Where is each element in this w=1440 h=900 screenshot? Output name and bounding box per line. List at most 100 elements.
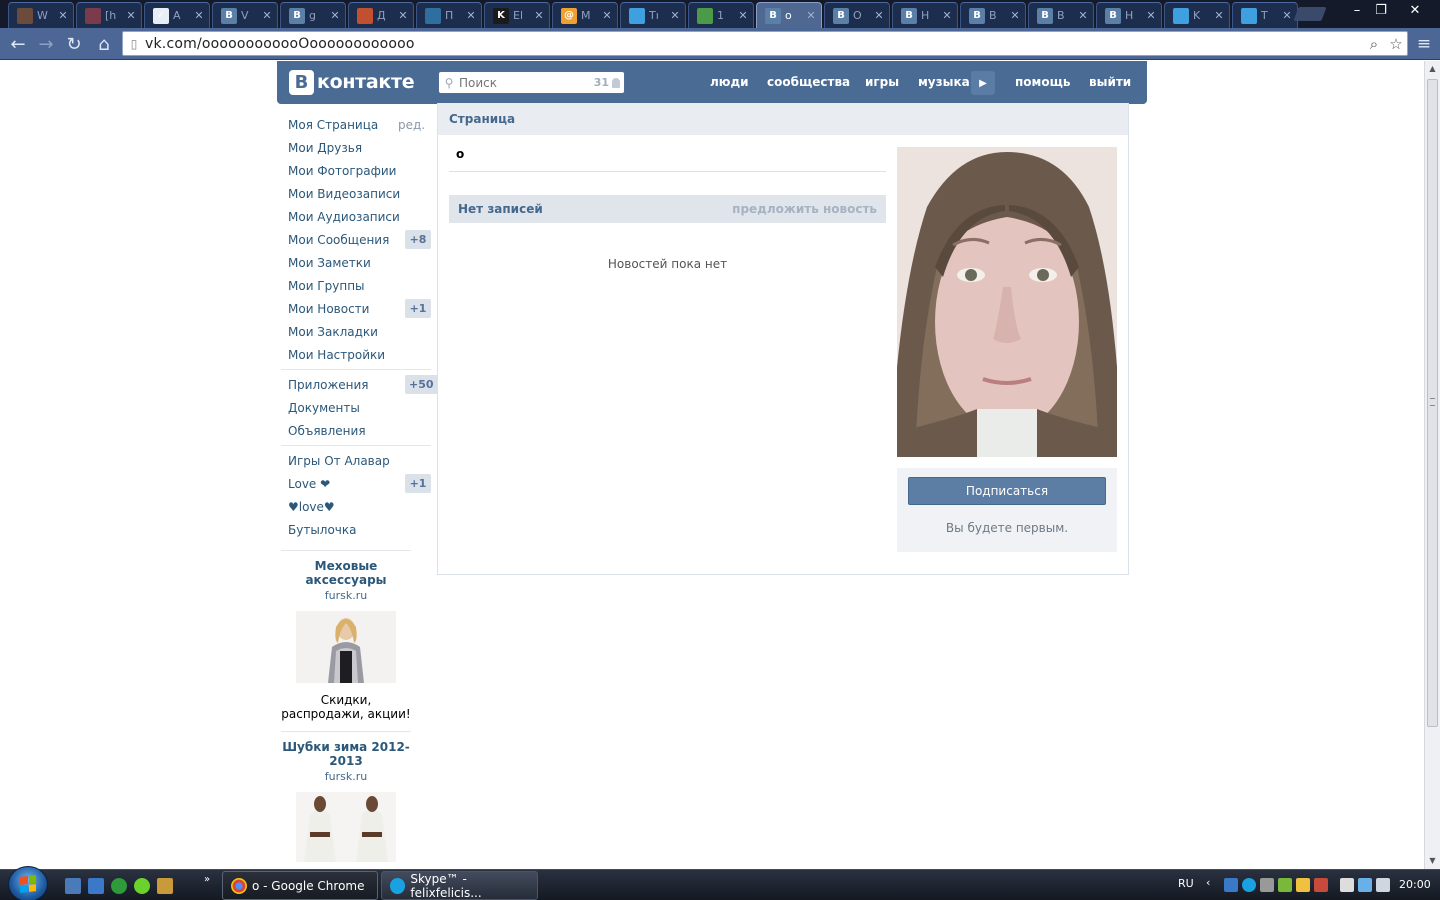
menu-item[interactable]: Мои Закладки — [281, 320, 431, 343]
menu-item-label[interactable]: Приложения — [288, 378, 369, 392]
menu-item[interactable]: Мои Сообщения +8 — [281, 228, 431, 251]
tab-close-icon[interactable]: ✕ — [873, 9, 885, 22]
ad-item[interactable]: Меховые аксессуары fursk.ru Скидки, расп… — [281, 551, 411, 731]
play-icon[interactable]: ▶ — [971, 71, 995, 95]
tab-close-icon[interactable]: ✕ — [261, 9, 273, 22]
forward-icon[interactable]: → — [34, 32, 58, 56]
tab-close-icon[interactable]: ✕ — [737, 9, 749, 22]
browser-tab[interactable]: [h ✕ — [76, 2, 142, 28]
browser-tab[interactable]: ✓ A ✕ — [144, 2, 210, 28]
tab-close-icon[interactable]: ✕ — [465, 9, 477, 22]
nav-games[interactable]: игры — [865, 75, 899, 89]
show-desktop-icon[interactable] — [65, 878, 81, 894]
tab-close-icon[interactable]: ✕ — [1281, 9, 1293, 22]
back-icon[interactable]: ← — [6, 32, 30, 56]
app-icon[interactable] — [157, 878, 173, 894]
counter-badge[interactable]: +1 — [405, 299, 431, 318]
tray-flag-icon[interactable] — [1340, 878, 1354, 892]
menu-item-label[interactable]: Мои Настройки — [288, 348, 385, 362]
icq-icon[interactable] — [134, 878, 150, 894]
tab-close-icon[interactable]: ✕ — [1077, 9, 1089, 22]
menu-item[interactable]: Мои Фотографии — [281, 159, 431, 182]
tab-close-icon[interactable]: ✕ — [125, 9, 137, 22]
tab-close-icon[interactable]: ✕ — [193, 9, 205, 22]
menu-item-label[interactable]: Love ❤ — [288, 477, 330, 491]
browser-tab[interactable]: Bg ✕ — [280, 2, 346, 28]
counter-badge[interactable]: +1 — [405, 474, 431, 493]
counter-badge[interactable]: +8 — [405, 230, 431, 249]
chrome-menu-icon[interactable]: ≡ — [1412, 32, 1436, 56]
tray-utorrent-icon[interactable] — [1278, 878, 1292, 892]
minimize-icon[interactable]: – — [1344, 0, 1370, 20]
browser-tab[interactable]: B H ✕ — [1096, 2, 1162, 28]
tab-close-icon[interactable]: ✕ — [941, 9, 953, 22]
tray-expand-icon[interactable]: ‹ — [1206, 876, 1210, 889]
online-friends-counter[interactable]: 31 — [594, 76, 620, 89]
menu-item-label[interactable]: Игры От Алавар — [288, 454, 390, 468]
ad-title[interactable]: Меховые аксессуары — [281, 559, 411, 587]
browser-tab[interactable]: @ M ✕ — [552, 2, 618, 28]
browser-tab[interactable]: П ✕ — [416, 2, 482, 28]
menu-item-label[interactable]: Документы — [288, 401, 360, 415]
menu-item[interactable]: Мои Заметки — [281, 251, 431, 274]
page-scrollbar[interactable]: ▲ ▼ — [1424, 61, 1440, 869]
edit-link[interactable]: ред. — [398, 118, 425, 132]
network-icon[interactable] — [1358, 878, 1372, 892]
counter-badge[interactable]: +50 — [405, 375, 438, 394]
browser-tab[interactable]: Bo ✕ — [756, 2, 822, 28]
menu-item[interactable]: Мои Новости +1 — [281, 297, 431, 320]
menu-item-label[interactable]: Мои Новости — [288, 302, 369, 316]
vk-logo[interactable]: B контакте — [289, 69, 415, 95]
menu-item[interactable]: Мои Настройки — [281, 343, 431, 366]
explorer-icon[interactable] — [88, 878, 104, 894]
nav-people[interactable]: люди — [710, 75, 749, 89]
bookmark-star-icon[interactable]: ☆ — [1385, 35, 1407, 53]
tab-close-icon[interactable]: ✕ — [1009, 9, 1021, 22]
url-text[interactable]: vk.com/oooooooooooOoooooooooooo — [145, 36, 1363, 52]
browser-tab[interactable]: B H ✕ — [892, 2, 958, 28]
scrollbar-thumb[interactable] — [1427, 79, 1438, 727]
quicklaunch-more-icon[interactable]: » — [204, 874, 210, 885]
nav-communities[interactable]: сообщества — [767, 75, 850, 89]
browser-tab[interactable]: Tı ✕ — [620, 2, 686, 28]
tab-close-icon[interactable]: ✕ — [601, 9, 613, 22]
ad-item[interactable]: Шубки зима 2012-2013 fursk.ru — [281, 732, 411, 862]
browser-tab[interactable]: B O ✕ — [824, 2, 890, 28]
language-indicator[interactable]: RU — [1178, 877, 1194, 890]
close-window-icon[interactable]: ✕ — [1400, 0, 1430, 20]
menu-item-label[interactable]: Мои Заметки — [288, 256, 371, 270]
restore-icon[interactable]: ❐ — [1368, 0, 1394, 20]
menu-item[interactable]: Моя Страница ред. — [281, 113, 431, 136]
subscribe-button[interactable]: Подписаться — [908, 477, 1106, 505]
zoom-icon[interactable]: ⌕ — [1363, 35, 1385, 53]
tab-close-icon[interactable]: ✕ — [669, 9, 681, 22]
menu-item-label[interactable]: Мои Группы — [288, 279, 365, 293]
browser-tab[interactable]: 1 ✕ — [688, 2, 754, 28]
task-chrome[interactable]: o - Google Chrome — [222, 871, 378, 900]
clock[interactable]: 20:00 — [1399, 878, 1431, 891]
menu-item[interactable]: Мои Друзья — [281, 136, 431, 159]
browser-tab[interactable]: T ✕ — [1232, 2, 1298, 28]
search-input[interactable] — [459, 75, 594, 90]
menu-item[interactable]: ♥love♥ — [281, 495, 431, 518]
menu-item[interactable]: Love ❤ +1 — [281, 472, 431, 495]
tray-app-icon[interactable] — [1224, 878, 1238, 892]
nav-logout[interactable]: выйти — [1089, 75, 1131, 89]
menu-item-label[interactable]: Объявления — [288, 424, 366, 438]
tray-device-icon[interactable] — [1260, 878, 1274, 892]
browser-tab[interactable]: B V ✕ — [212, 2, 278, 28]
suggest-news-link[interactable]: предложить новость — [732, 202, 877, 216]
menu-item-label[interactable]: Бутылочка — [288, 523, 357, 537]
tray-skype-icon[interactable] — [1242, 878, 1256, 892]
menu-item-label[interactable]: Мои Видеозаписи — [288, 187, 400, 201]
browser-tab[interactable]: B B ✕ — [960, 2, 1026, 28]
utorrent-icon[interactable] — [111, 878, 127, 894]
tray-notes-icon[interactable] — [1296, 878, 1310, 892]
home-icon[interactable]: ⌂ — [92, 32, 116, 56]
tab-close-icon[interactable]: ✕ — [1145, 9, 1157, 22]
menu-item-label[interactable]: Мои Фотографии — [288, 164, 396, 178]
volume-icon[interactable] — [1376, 878, 1390, 892]
menu-item[interactable]: Документы — [281, 396, 431, 419]
tab-close-icon[interactable]: ✕ — [1213, 9, 1225, 22]
nav-help[interactable]: помощь — [1015, 75, 1070, 89]
